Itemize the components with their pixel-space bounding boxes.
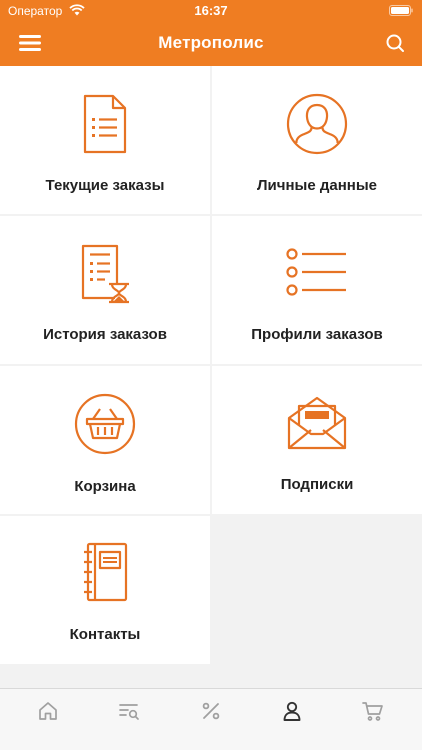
tile-label: Личные данные	[257, 177, 377, 194]
catalog-search-icon[interactable]	[117, 699, 141, 723]
battery-icon	[389, 5, 413, 16]
tile-label: Контакты	[69, 626, 141, 643]
page-title: Метрополис	[158, 33, 264, 52]
tile-label: Профили заказов	[251, 326, 383, 343]
tile-subscriptions[interactable]: Подписки	[212, 366, 422, 514]
top-bar: Оператор 16:37 Метрополис	[0, 0, 422, 66]
user-avatar-icon	[286, 93, 348, 155]
history-document-icon	[81, 244, 129, 304]
tile-label: История заказов	[43, 326, 167, 343]
status-bar: Оператор 16:37	[0, 0, 422, 22]
tile-label: Подписки	[280, 476, 354, 493]
home-icon[interactable]	[36, 699, 60, 723]
percent-icon[interactable]	[199, 699, 223, 723]
document-list-icon	[83, 94, 127, 154]
tile-label: Текущие заказы	[45, 177, 165, 194]
nav-bar: Метрополис	[0, 22, 422, 66]
basket-icon	[74, 393, 136, 455]
tab-bar	[0, 688, 422, 750]
tile-cart[interactable]: Корзина	[0, 366, 210, 514]
status-time: 16:37	[194, 3, 228, 18]
tile-order-profiles[interactable]: Профили заказов	[212, 216, 422, 364]
tile-current-orders[interactable]: Текущие заказы	[0, 66, 210, 214]
profile-icon[interactable]	[280, 699, 304, 723]
address-book-icon	[84, 542, 128, 602]
tile-order-history[interactable]: История заказов	[0, 216, 210, 364]
search-icon[interactable]	[384, 32, 406, 54]
envelope-icon	[287, 396, 347, 450]
tile-label: Корзина	[74, 478, 136, 495]
tile-contacts[interactable]: Контакты	[0, 516, 210, 664]
cart-icon[interactable]	[361, 699, 385, 723]
tile-personal-data[interactable]: Личные данные	[212, 66, 422, 214]
bullet-list-icon	[286, 248, 346, 296]
